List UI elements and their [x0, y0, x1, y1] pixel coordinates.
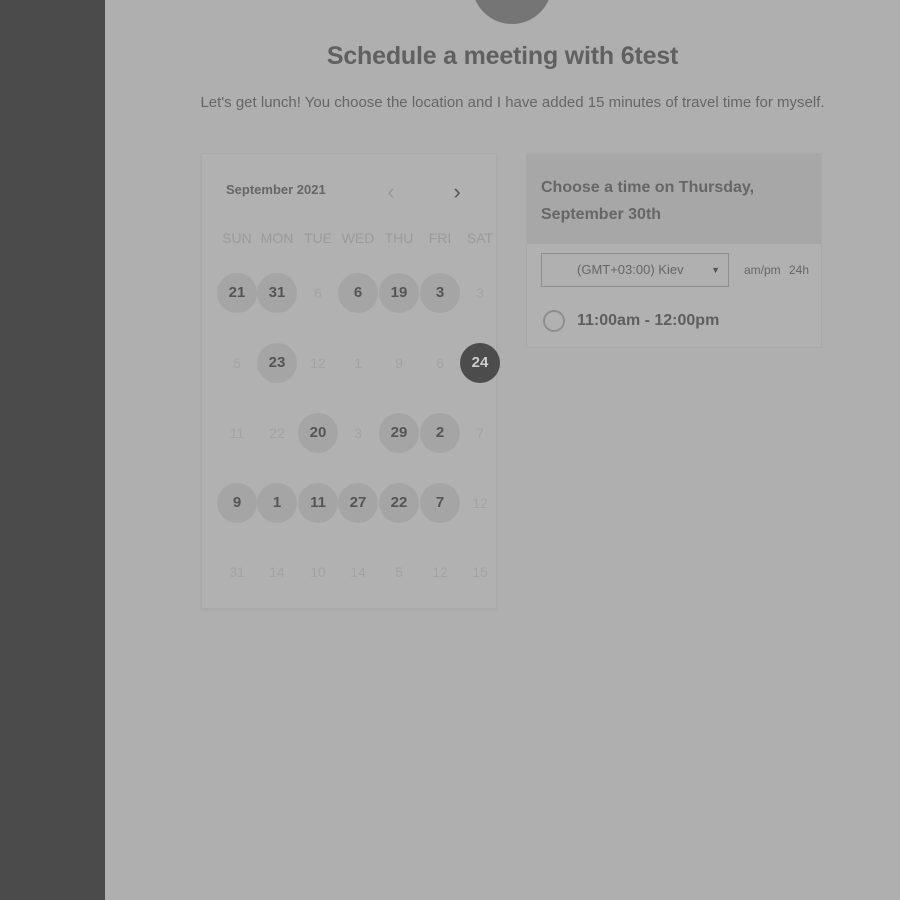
weekday-label: THU — [384, 230, 414, 246]
calendar-day: 6 — [314, 285, 322, 301]
page-description: Let's get lunch! You choose the location… — [200, 94, 825, 111]
weekday-header-row: SUN MON TUE WED THU FRI SAT — [210, 230, 493, 250]
calendar-day: 15 — [472, 564, 488, 580]
calendar-day: 3 — [354, 425, 362, 441]
calendar-day: 12 — [310, 355, 326, 371]
calendar-day: 31 — [229, 564, 245, 580]
calendar-day: 12 — [472, 495, 488, 511]
weekday-label: MON — [260, 230, 294, 246]
radio-icon — [543, 310, 565, 332]
calendar-day: 22 — [269, 425, 285, 441]
chevron-left-icon[interactable]: ‹ — [379, 180, 403, 204]
calendar-day-available[interactable]: 1 — [257, 483, 297, 523]
calendar-day-available[interactable]: 11 — [298, 483, 338, 523]
calendar-day: 1 — [354, 355, 362, 371]
calendar-day-available[interactable]: 9 — [217, 483, 257, 523]
calendar-day: 14 — [269, 564, 285, 580]
calendar-day: 12 — [432, 564, 448, 580]
calendar-month-label: September 2021 — [226, 182, 326, 197]
calendar-day-available[interactable]: 19 — [379, 273, 419, 313]
page-title: Schedule a meeting with 6test — [326, 42, 679, 70]
time-slot-label: 11:00am - 12:00pm — [577, 312, 720, 329]
calendar-day-available[interactable]: 31 — [257, 273, 297, 313]
calendar-day: 6 — [436, 355, 444, 371]
calendar-day-available[interactable]: 2 — [420, 413, 460, 453]
calendar-day-available[interactable]: 20 — [298, 413, 338, 453]
weekday-label: TUE — [304, 230, 332, 246]
time-picker-card: Choose a time on Thursday, September 30t… — [526, 153, 822, 348]
host-avatar — [472, 0, 552, 24]
calendar-day-available[interactable]: 22 — [379, 483, 419, 523]
calendar-day-available[interactable]: 3 — [420, 273, 460, 313]
calendar-day: 5 — [395, 564, 403, 580]
timezone-select[interactable]: (GMT+03:00) Kiev ▼ — [541, 253, 729, 287]
calendar-day: 10 — [310, 564, 326, 580]
calendar-day: 14 — [350, 564, 366, 580]
timezone-value: (GMT+03:00) Kiev — [577, 262, 684, 277]
calendar-day-available[interactable]: 21 — [217, 273, 257, 313]
calendar-day-available[interactable]: 7 — [420, 483, 460, 523]
chevron-right-icon[interactable]: › — [445, 180, 469, 204]
calendar-day-available[interactable]: 6 — [338, 273, 378, 313]
format-24h-toggle[interactable]: 24h — [789, 263, 809, 277]
calendar-day: 5 — [233, 355, 241, 371]
weekday-label: WED — [341, 230, 375, 246]
calendar-day: 11 — [229, 425, 245, 441]
weekday-label: SUN — [222, 230, 252, 246]
weekday-label: FRI — [428, 230, 452, 246]
calendar-day-available[interactable]: 27 — [338, 483, 378, 523]
calendar-card: September 2021 ‹ › SUN MON TUE WED THU FRI SAT… — [201, 153, 500, 609]
calendar-day-available[interactable]: 29 — [379, 413, 419, 453]
caret-down-icon: ▼ — [711, 265, 720, 275]
calendar-day: 9 — [395, 355, 403, 371]
time-picker-header: Choose a time on Thursday, September 30t… — [527, 154, 821, 244]
left-sidebar — [0, 0, 105, 900]
weekday-label: SAT — [466, 230, 494, 246]
calendar-day: 3 — [476, 285, 484, 301]
calendar-day: 7 — [476, 425, 484, 441]
format-ampm-toggle[interactable]: am/pm — [744, 263, 781, 277]
calendar-day-available[interactable]: 23 — [257, 343, 297, 383]
time-picker-heading: Choose a time on Thursday, September 30t… — [541, 179, 755, 223]
calendar-day-selected[interactable]: 24 — [460, 343, 500, 383]
